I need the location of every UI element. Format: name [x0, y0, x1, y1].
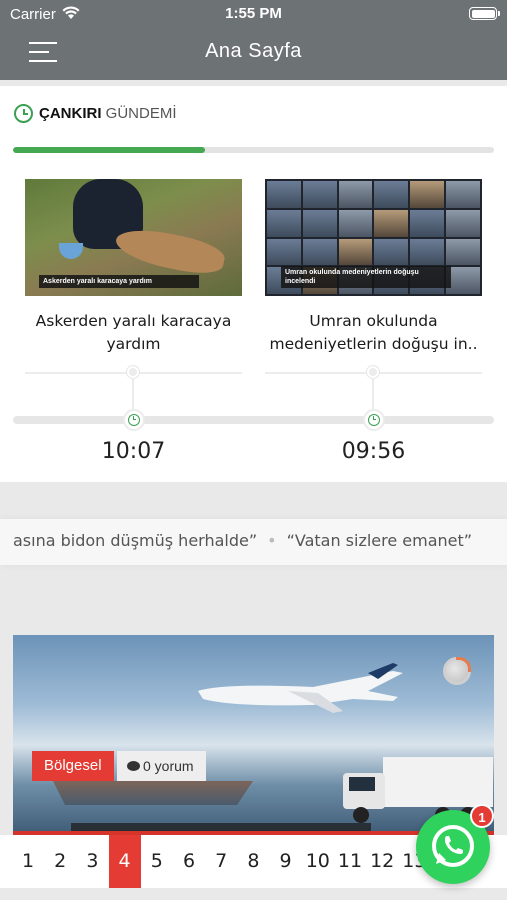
section-title-light: GÜNDEMİ	[105, 105, 177, 122]
news-time: 10:07	[101, 439, 166, 464]
news-title[interactable]: Askerden yaralı karacaya yardım	[25, 310, 242, 360]
featured-news[interactable]: Bölgesel 0 yorum	[13, 635, 494, 835]
notification-badge: 1	[470, 804, 494, 828]
page-number[interactable]: 6	[173, 835, 205, 888]
news-thumbnail[interactable]: Umran okulunda medeniyetlerin doğuşu inc…	[265, 179, 482, 296]
page-title: Ana Sayfa	[205, 40, 302, 62]
page-number[interactable]: 5	[141, 835, 173, 888]
page-number[interactable]: 1	[12, 835, 44, 888]
news-thumbnail[interactable]: Askerden yaralı karacaya yardım	[25, 179, 242, 296]
ticker-item[interactable]: asına bidon düşmüş herhalde”	[13, 531, 257, 550]
timeline-node	[367, 366, 379, 378]
carousel-progress	[13, 147, 494, 153]
status-bar: Carrier 1:55 PM	[0, 0, 507, 28]
page-number[interactable]: 3	[76, 835, 108, 888]
page-number[interactable]: 12	[366, 835, 398, 888]
clock-icon	[368, 414, 380, 426]
timeline-clock	[363, 409, 385, 431]
timeline-node	[127, 366, 139, 378]
airplane-image	[198, 663, 403, 713]
news-title[interactable]: Umran okulunda medeniyetlerin doğuşu in.…	[265, 310, 482, 360]
news-ticker[interactable]: asına bidon düşmüş herhalde” • “Vatan sizl…	[0, 519, 507, 565]
comment-count: 0 yorum	[143, 758, 194, 774]
page-number[interactable]: 9	[270, 835, 302, 888]
news-card[interactable]: Umran okulunda medeniyetlerin doğuşu inc…	[265, 179, 482, 360]
page-number[interactable]: 10	[302, 835, 334, 888]
carousel-progress-fill	[13, 147, 206, 153]
page-number[interactable]: 11	[334, 835, 366, 888]
clock-icon	[128, 414, 140, 426]
navigation-bar: Carrier 1:55 PM Ana Sayfa	[0, 0, 507, 80]
timeline-bar	[13, 416, 494, 424]
page-number[interactable]: 8	[237, 835, 269, 888]
page-number[interactable]: 7	[205, 835, 237, 888]
page-number[interactable]: 4	[108, 835, 141, 888]
loading-spinner-icon	[443, 657, 471, 685]
thumbnail-caption: Umran okulunda medeniyetlerin doğuşu inc…	[281, 265, 451, 288]
section-title-bold: ÇANKIRI	[39, 105, 102, 122]
gundem-section: ÇANKIRI GÜNDEMİ Askerden yaralı karacaya…	[0, 86, 507, 482]
news-card[interactable]: Askerden yaralı karacaya yardım Askerden…	[25, 179, 242, 360]
comment-icon	[127, 761, 140, 772]
timeline-clock	[123, 409, 145, 431]
ticker-item[interactable]: “Vatan sizlere emanet”	[287, 531, 473, 550]
status-time: 1:55 PM	[225, 5, 282, 22]
page-number[interactable]: 2	[44, 835, 76, 888]
category-badge[interactable]: Bölgesel	[32, 751, 114, 781]
ticker-text[interactable]: asına bidon düşmüş herhalde” • “Vatan sizl…	[13, 531, 472, 550]
thumbnail-caption: Askerden yaralı karacaya yardım	[39, 274, 199, 288]
battery-icon	[469, 7, 500, 20]
section-header: ÇANKIRI GÜNDEMİ	[14, 104, 177, 126]
news-time: 09:56	[341, 439, 406, 464]
clock-icon	[14, 104, 33, 123]
comment-count-badge[interactable]: 0 yorum	[117, 751, 206, 781]
ticker-separator: •	[267, 531, 277, 550]
